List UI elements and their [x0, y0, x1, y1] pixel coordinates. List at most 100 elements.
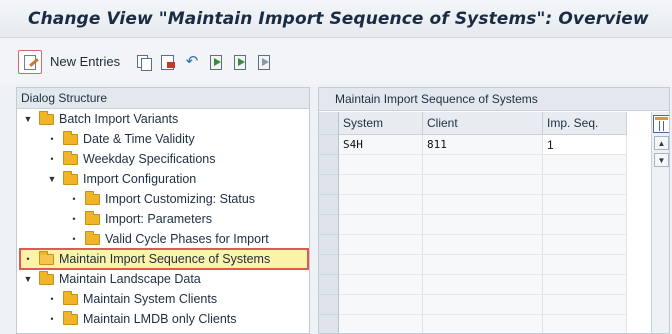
table-cell[interactable]: 1 — [543, 135, 627, 155]
column-header-system[interactable]: System — [339, 112, 423, 135]
folder-icon — [39, 251, 54, 265]
table-row — [319, 275, 627, 295]
row-selector[interactable] — [319, 155, 339, 175]
table-cell — [423, 275, 543, 295]
scroll-up-button[interactable]: ▲ — [654, 136, 669, 150]
table-cell — [339, 235, 423, 255]
table-row — [319, 315, 627, 333]
column-settings-icon[interactable] — [653, 115, 669, 133]
new-entries-button[interactable]: New Entries — [18, 49, 136, 74]
tree-item-label: Maintain Import Sequence of Systems — [59, 252, 271, 266]
row-selector[interactable] — [319, 215, 339, 235]
dialog-structure-header: Dialog Structure — [17, 88, 309, 109]
folder-icon — [63, 291, 78, 305]
tree-item-label: Valid Cycle Phases for Import — [105, 232, 269, 246]
tree-item[interactable]: • Maintain System Clients — [17, 289, 309, 309]
scroll-down-button[interactable]: ▼ — [654, 153, 669, 167]
data-grid: System Client Imp. Seq. S4H 811 1 — [319, 112, 627, 333]
row-selector[interactable] — [319, 195, 339, 215]
table-cell — [423, 315, 543, 333]
delete-icon[interactable] — [160, 53, 176, 70]
table-cell — [543, 295, 627, 315]
select-all-icon[interactable] — [208, 53, 224, 70]
tree-item[interactable]: • Maintain LMDB only Clients — [17, 309, 309, 329]
table-cell — [339, 195, 423, 215]
table-cell — [543, 255, 627, 275]
table-cell — [543, 215, 627, 235]
tree-item[interactable]: ▼ Import Configuration — [17, 169, 309, 189]
table-cell — [339, 275, 423, 295]
table-row — [319, 235, 627, 255]
folder-icon — [63, 171, 78, 185]
table-cell: 811 — [423, 135, 543, 155]
table-cell — [543, 235, 627, 255]
new-entries-label: New Entries — [50, 54, 121, 69]
table-row — [319, 295, 627, 315]
select-all-cell[interactable] — [319, 112, 339, 135]
tree-item-label: Date & Time Validity — [83, 132, 195, 146]
folder-icon — [39, 111, 54, 125]
bullet-icon: • — [72, 214, 76, 224]
expand-toggle-icon[interactable]: ▼ — [23, 109, 33, 129]
expand-toggle-icon[interactable]: ▼ — [23, 269, 33, 289]
table-title: Maintain Import Sequence of Systems — [319, 88, 669, 111]
table-cell — [339, 315, 423, 333]
table-row — [319, 255, 627, 275]
folder-icon — [39, 271, 54, 285]
table-cell — [543, 175, 627, 195]
tree-item-label: Import Configuration — [83, 172, 197, 186]
table-row — [319, 195, 627, 215]
row-selector[interactable] — [319, 315, 339, 333]
tree-item[interactable]: • Maintain Import Sequence of Systems — [17, 248, 309, 270]
row-selector[interactable] — [319, 255, 339, 275]
table-cell — [423, 235, 543, 255]
row-selector[interactable] — [319, 295, 339, 315]
grid-scrollbar[interactable]: ▲ ▼ — [651, 112, 669, 333]
folder-icon — [85, 231, 100, 245]
row-selector[interactable] — [319, 175, 339, 195]
tree-item[interactable]: • Weekday Specifications — [17, 149, 309, 169]
bullet-icon: • — [50, 294, 54, 304]
bullet-icon: • — [72, 234, 76, 244]
folder-icon — [63, 311, 78, 325]
folder-icon — [63, 131, 78, 145]
row-selector[interactable] — [319, 275, 339, 295]
table-row: S4H 811 1 — [319, 135, 627, 155]
table-cell: S4H — [339, 135, 423, 155]
dialog-structure-tree: ▼ Batch Import Variants • Date & Time Valid… — [17, 109, 309, 329]
tree-item-label: Maintain LMDB only Clients — [83, 312, 237, 326]
table-cell — [423, 155, 543, 175]
tree-item[interactable]: ▼ Batch Import Variants — [17, 109, 309, 129]
title-bar: Change View "Maintain Import Sequence of… — [0, 0, 672, 38]
deselect-all-icon[interactable] — [256, 53, 272, 70]
column-header-imp-seq[interactable]: Imp. Seq. — [543, 112, 627, 135]
tree-item-label: Weekday Specifications — [83, 152, 216, 166]
undo-icon[interactable]: ↶ — [184, 53, 200, 70]
table-cell — [339, 175, 423, 195]
tree-item[interactable]: ▼ Maintain Landscape Data — [17, 269, 309, 289]
grid-header: System Client Imp. Seq. — [319, 112, 627, 135]
page-title: Change View "Maintain Import Sequence of… — [28, 8, 649, 29]
row-selector[interactable] — [319, 135, 339, 155]
table-cell — [423, 175, 543, 195]
select-block-icon[interactable] — [232, 53, 248, 70]
folder-icon — [85, 211, 100, 225]
table-cell — [423, 295, 543, 315]
table-cell — [423, 255, 543, 275]
new-entries-icon — [18, 49, 42, 74]
tree-item[interactable]: • Import Customizing: Status — [17, 189, 309, 209]
expand-toggle-icon[interactable]: ▼ — [47, 169, 57, 189]
tree-item-label: Maintain Landscape Data — [59, 272, 201, 286]
table-cell — [423, 195, 543, 215]
dialog-structure-panel: Dialog Structure ▼ Batch Import Variants •… — [16, 87, 310, 334]
bullet-icon: • — [72, 194, 76, 204]
row-selector[interactable] — [319, 235, 339, 255]
table-row — [319, 215, 627, 235]
tree-item-label: Import: Parameters — [105, 212, 212, 226]
copy-icon[interactable] — [136, 53, 153, 71]
column-header-client[interactable]: Client — [423, 112, 543, 135]
tree-item[interactable]: • Valid Cycle Phases for Import — [17, 229, 309, 249]
tree-item[interactable]: • Date & Time Validity — [17, 129, 309, 149]
tree-item[interactable]: • Import: Parameters — [17, 209, 309, 229]
bullet-icon: • — [26, 254, 30, 264]
